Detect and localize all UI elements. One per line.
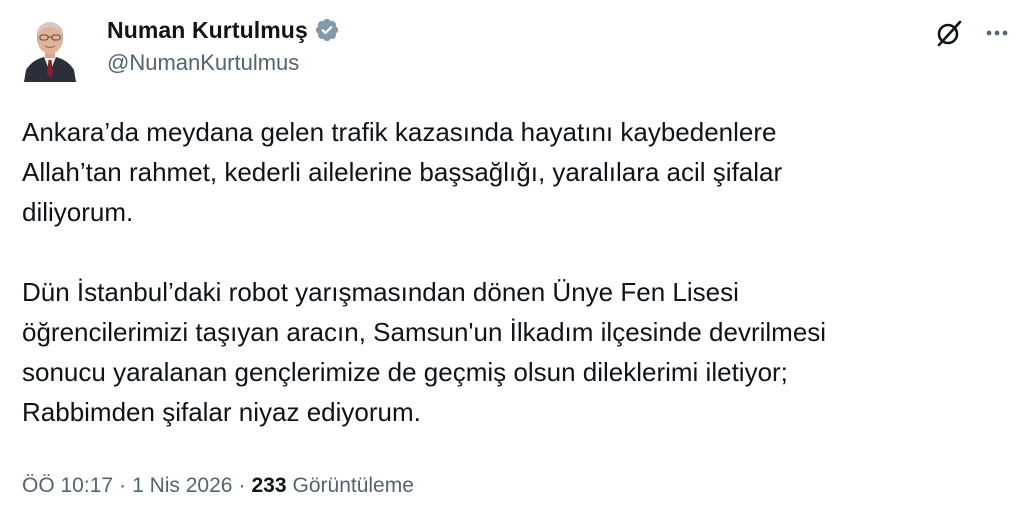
tweet-time[interactable]: ÖÖ 10:17 bbox=[22, 474, 113, 498]
more-icon[interactable] bbox=[982, 18, 1012, 48]
avatar[interactable] bbox=[22, 16, 78, 82]
grok-icon[interactable] bbox=[934, 18, 964, 48]
views-label[interactable]: Görüntüleme bbox=[293, 474, 414, 498]
tweet-card: Numan Kurtulmuş @NumanKurtulmus Ankara’d… bbox=[0, 0, 1024, 524]
tweet-text: Ankara’da meydana gelen trafik kazasında… bbox=[22, 117, 827, 427]
views-count[interactable]: 233 bbox=[251, 474, 286, 498]
meta-separator-2: · bbox=[238, 474, 246, 497]
meta-separator: · bbox=[119, 474, 127, 497]
author-display-name[interactable]: Numan Kurtulmuş bbox=[107, 17, 308, 44]
tweet-date[interactable]: 1 Nis 2026 bbox=[132, 474, 232, 498]
author-handle[interactable]: @NumanKurtulmus bbox=[107, 50, 299, 76]
tweet-meta: ÖÖ 10:17 · 1 Nis 2026 · 233 Görüntüleme bbox=[22, 474, 414, 498]
verified-badge-icon[interactable] bbox=[314, 17, 340, 43]
author-name-row: Numan Kurtulmuş bbox=[107, 14, 340, 46]
